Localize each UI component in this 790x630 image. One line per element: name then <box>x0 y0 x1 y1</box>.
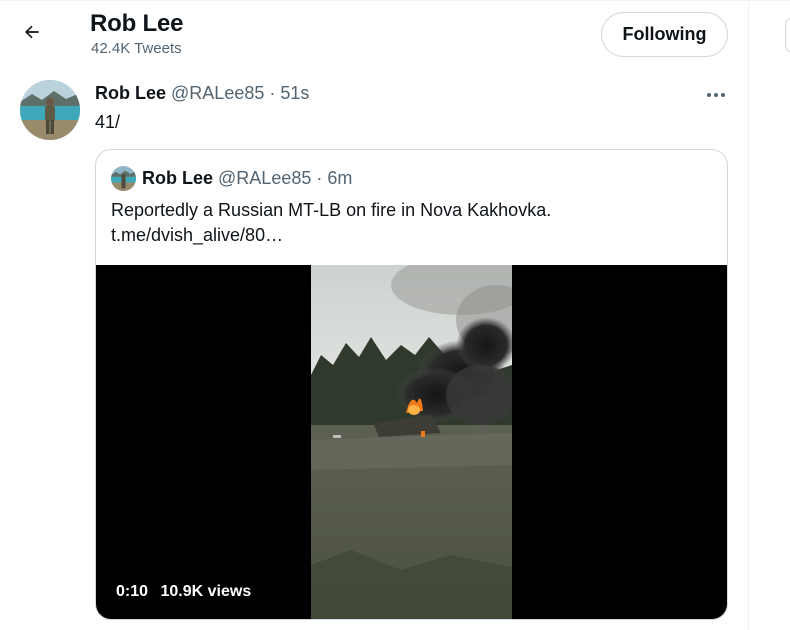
back-button[interactable] <box>14 16 50 52</box>
author-name[interactable]: Rob Lee <box>95 83 166 103</box>
tweet-time[interactable]: 51s <box>280 83 309 103</box>
sidebar-edge <box>785 18 790 52</box>
quote-author-name[interactable]: Rob Lee <box>142 168 213 188</box>
more-options-button[interactable] <box>700 80 732 108</box>
video-duration: 0:10 <box>116 583 149 600</box>
tweet-text: 41/ <box>95 112 121 132</box>
video-frame <box>311 265 512 619</box>
following-button[interactable]: Following <box>601 12 728 57</box>
avatar[interactable] <box>20 80 80 140</box>
arrow-left-icon <box>22 22 42 47</box>
video-player[interactable]: 0:10 10.9K views <box>96 265 727 619</box>
quoted-tweet[interactable]: Rob Lee @RALee85 · 6m Reportedly a Russi… <box>95 149 728 620</box>
profile-title: Rob Lee <box>90 10 184 37</box>
tweet-header: Rob Lee @RALee85 · 51s <box>95 83 309 104</box>
tweet-count: 42.4K Tweets <box>91 40 182 57</box>
quote-author-handle[interactable]: @RALee85 <box>218 168 311 188</box>
quote-body: Reportedly a Russian MT-LB on fire in No… <box>111 198 711 248</box>
quote-text: Reportedly a Russian MT-LB on fire in No… <box>111 200 552 220</box>
author-handle[interactable]: @RALee85 <box>171 83 264 103</box>
video-stats: 0:10 10.9K views <box>116 583 251 601</box>
meta-separator: · <box>269 83 276 103</box>
more-options-icon <box>706 85 726 103</box>
top-divider <box>0 0 790 1</box>
quote-meta-separator: · <box>316 168 323 188</box>
quote-time[interactable]: 6m <box>327 168 352 188</box>
column-divider <box>748 0 749 630</box>
quote-link[interactable]: t.me/dvish_alive/80… <box>111 223 711 248</box>
video-views: 10.9K views <box>160 583 252 600</box>
quote-header: Rob Lee @RALee85 · 6m <box>142 168 352 189</box>
quote-avatar[interactable] <box>111 166 136 191</box>
